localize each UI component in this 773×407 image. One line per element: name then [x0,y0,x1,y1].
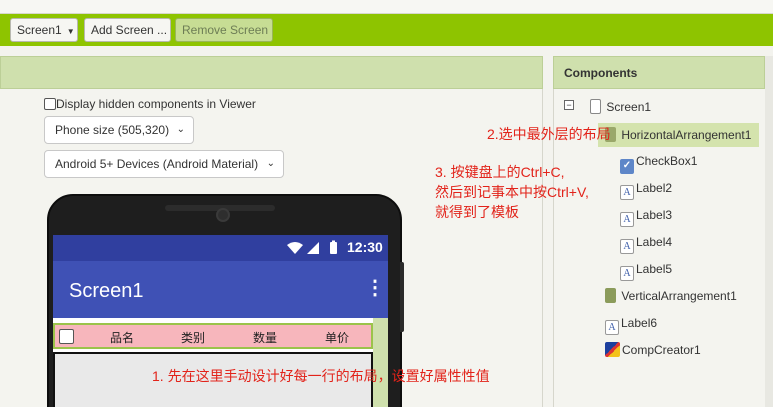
vertical-arrangement-icon [605,288,616,303]
arrangement-edge [373,318,388,407]
annotation-step2: 2.选中最外层的布局 [487,126,611,142]
tree-label: HorizontalArrangement1 [621,128,752,142]
annotation-step1: 1. 先在这里手动设计好每一行的布局，设置好属性性值 [152,368,490,384]
row-label-name[interactable]: 品名 [110,329,134,346]
status-time: 12:30 [347,239,383,255]
tree-label: CheckBox1 [636,154,698,168]
more-vert-icon[interactable]: ⋮ [365,278,385,298]
row-label-category[interactable]: 类别 [181,329,205,346]
status-bar [53,235,388,261]
label-icon: A [620,212,634,227]
tree-item-screen1[interactable]: Screen1 [590,99,651,115]
tree-label: Label5 [636,262,673,276]
label-icon: A [605,320,619,335]
app-title: Screen1 [69,280,144,302]
tree-item-label5[interactable]: A Label5 [620,261,672,281]
tree-item-checkbox1[interactable]: ✓ CheckBox1 [620,153,697,174]
tree-label: Label4 [636,235,673,249]
display-hidden-label: Display hidden components in Viewer [56,97,256,111]
chevron-down-icon: ⌄ [266,158,275,169]
tree-item-verticalarrangement1[interactable]: VerticalArrangement1 [605,288,737,304]
tree-label: Screen1 [606,100,652,114]
components-scrollbar[interactable] [765,56,773,407]
checkbox-icon: ✓ [620,159,634,174]
screen-select-dropdown[interactable]: Screen1 ▼ [10,18,78,42]
phone-size-value: Phone size (505,320) [55,123,170,137]
row-label-quantity[interactable]: 数量 [253,329,277,346]
tree-item-label4[interactable]: A Label4 [620,234,672,254]
screen-select-label: Screen1 [17,23,62,37]
screen-icon [590,99,601,114]
annotation-step3-line1: 3. 按键盘上的Ctrl+C, [435,164,565,180]
top-strip [0,0,773,14]
signal-icon [307,242,319,254]
designer-toolbar: Screen1 ▼ Add Screen ... Remove Screen [0,14,773,46]
tree-label: VerticalArrangement1 [621,289,737,303]
label-icon: A [620,266,634,281]
row-label-price[interactable]: 单价 [325,329,349,346]
annotation-step3-line3: 就得到了模板 [435,204,519,220]
components-header: Components [553,56,765,89]
compcreator-icon [605,342,620,357]
checkbox-preview[interactable] [59,329,74,344]
tree-label: CompCreator1 [622,343,701,357]
label-icon: A [620,185,634,200]
tree-item-compcreator1[interactable]: CompCreator1 [605,342,701,358]
theme-select[interactable]: Android 5+ Devices (Android Material) ⌄ [44,150,284,178]
wifi-icon [287,242,303,254]
tree-label: Label3 [636,208,673,222]
battery-icon [330,242,337,254]
tree-item-label6[interactable]: A Label6 [605,315,657,335]
phone-side-button [400,262,404,332]
label-icon: A [620,239,634,254]
chevron-down-icon: ⌄ [176,124,185,135]
tree-label: Label2 [636,181,673,195]
tree-item-label3[interactable]: A Label3 [620,207,672,227]
viewer-header [0,56,543,89]
caret-down-icon: ▼ [66,27,75,36]
display-hidden-row[interactable]: Display hidden components in Viewer [44,97,256,111]
collapse-icon[interactable]: − [564,100,574,110]
annotation-step3-line2: 然后到记事本中按Ctrl+V, [435,184,589,200]
tree-item-horizontalarrangement1[interactable]: HorizontalArrangement1 [605,127,751,143]
display-hidden-checkbox[interactable] [44,98,56,110]
remove-screen-button[interactable]: Remove Screen [175,18,273,42]
theme-value: Android 5+ Devices (Android Material) [55,157,259,171]
status-icons [287,240,337,254]
tree-item-label2[interactable]: A Label2 [620,180,672,200]
tree-label: Label6 [621,316,658,330]
add-screen-button[interactable]: Add Screen ... [84,18,171,42]
phone-camera [216,208,230,222]
horizontal-arrangement-preview[interactable]: 品名 类别 数量 单价 [53,323,373,349]
phone-size-select[interactable]: Phone size (505,320) ⌄ [44,116,194,144]
